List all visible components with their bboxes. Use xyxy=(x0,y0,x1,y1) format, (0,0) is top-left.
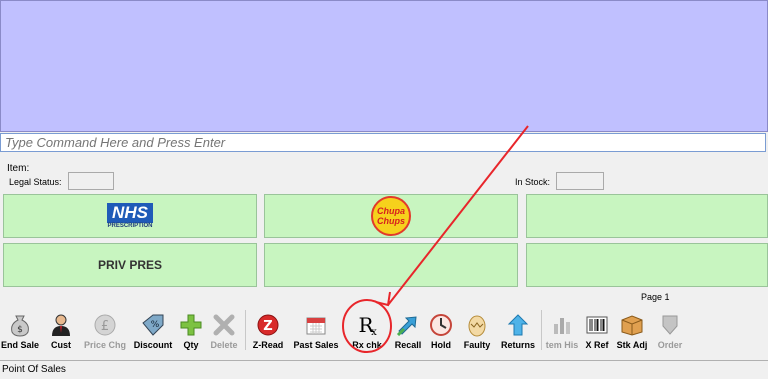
rx-chk-label: Rx chk xyxy=(352,340,382,350)
clock-icon xyxy=(428,312,454,338)
recall-arrows-icon xyxy=(395,312,421,338)
order-icon xyxy=(657,312,683,338)
svg-text:x: x xyxy=(371,327,377,338)
recall-label: Recall xyxy=(394,340,422,350)
order-button[interactable]: Order xyxy=(653,304,687,350)
discount-button[interactable]: % Discount xyxy=(132,304,174,350)
z-read-button[interactable]: Z Z-Read xyxy=(249,304,287,350)
price-chg-label: Price Chg xyxy=(83,340,126,350)
item-label: Item: xyxy=(7,163,30,174)
stk-adj-button[interactable]: Stk Adj xyxy=(613,304,651,350)
end-sale-label: End Sale xyxy=(0,340,39,350)
recall-button[interactable]: Recall xyxy=(392,304,424,350)
discount-tag-icon: % xyxy=(140,312,166,338)
x-ref-label: X Ref xyxy=(585,340,609,350)
toolbar-separator xyxy=(245,310,246,350)
past-sales-button[interactable]: Past Sales xyxy=(290,304,342,350)
end-sale-button[interactable]: $ End Sale xyxy=(0,304,40,350)
faulty-label: Faulty xyxy=(463,340,491,350)
item-his-label: tem His xyxy=(545,340,579,350)
rx-chk-button[interactable]: Rx Rx chk xyxy=(346,304,388,350)
customer-icon xyxy=(48,312,74,338)
cust-label: Cust xyxy=(51,340,71,350)
returns-label: Returns xyxy=(500,340,535,350)
chupa-logo-text-top: Chupa xyxy=(377,206,405,216)
cust-button[interactable]: Cust xyxy=(44,304,78,350)
delete-button[interactable]: Delete xyxy=(206,304,242,350)
page-indicator: Page 1 xyxy=(641,292,670,302)
chupa-chups-logo: Chupa Chups xyxy=(371,196,411,236)
price-chg-button[interactable]: £ Price Chg xyxy=(82,304,128,350)
discount-label: Discount xyxy=(133,340,173,350)
chupa-chups-tile[interactable]: Chupa Chups xyxy=(264,194,518,238)
svg-text:£: £ xyxy=(101,319,109,334)
qty-label: Qty xyxy=(183,340,199,350)
svg-text:$: $ xyxy=(17,325,23,335)
toolbar: $ End Sale Cust £ Price Chg % Discount Q… xyxy=(0,304,768,354)
order-label: Order xyxy=(657,340,683,350)
nhs-logo: NHS PRESCRIPTION xyxy=(107,203,153,229)
nhs-logo-text: NHS xyxy=(107,203,153,223)
legal-status-field xyxy=(68,172,114,190)
svg-text:Z: Z xyxy=(263,319,272,334)
legal-status-label: Legal Status: xyxy=(9,177,62,187)
empty-tile-3[interactable] xyxy=(526,243,768,287)
sale-display-panel xyxy=(0,0,768,132)
rx-icon: Rx xyxy=(354,312,380,338)
box-icon xyxy=(619,312,645,338)
qty-button[interactable]: Qty xyxy=(178,304,204,350)
calendar-icon xyxy=(303,312,329,338)
faulty-button[interactable]: Faulty xyxy=(460,304,494,350)
delete-x-icon xyxy=(211,312,237,338)
status-text: Point Of Sales xyxy=(2,364,66,375)
up-arrow-icon xyxy=(505,312,531,338)
nhs-logo-subtext: PRESCRIPTION xyxy=(107,223,153,229)
z-read-label: Z-Read xyxy=(252,340,284,350)
in-stock-field xyxy=(556,172,604,190)
pound-coin-icon: £ xyxy=(92,312,118,338)
barcode-icon xyxy=(584,312,610,338)
toolbar-separator xyxy=(541,310,542,350)
plus-icon xyxy=(178,312,204,338)
status-bar: Point Of Sales xyxy=(0,360,768,379)
item-his-button[interactable]: tem His xyxy=(543,304,581,350)
empty-tile-2[interactable] xyxy=(264,243,518,287)
priv-pres-tile[interactable]: PRIV PRES xyxy=(3,243,257,287)
stk-adj-label: Stk Adj xyxy=(616,340,648,350)
command-input[interactable] xyxy=(0,133,766,152)
hold-button[interactable]: Hold xyxy=(426,304,456,350)
priv-pres-label: PRIV PRES xyxy=(97,258,163,272)
cracked-egg-icon xyxy=(464,312,490,338)
svg-text:%: % xyxy=(151,320,160,330)
in-stock-label: In Stock: xyxy=(515,177,551,187)
z-read-icon: Z xyxy=(255,312,281,338)
bar-chart-icon xyxy=(549,312,575,338)
empty-tile-1[interactable] xyxy=(526,194,768,238)
money-bag-icon: $ xyxy=(7,312,33,338)
nhs-prescription-tile[interactable]: NHS PRESCRIPTION xyxy=(3,194,257,238)
hold-label: Hold xyxy=(431,340,451,350)
delete-label: Delete xyxy=(210,340,238,350)
past-sales-label: Past Sales xyxy=(293,340,339,350)
chupa-logo-text-bottom: Chups xyxy=(377,216,405,226)
returns-button[interactable]: Returns xyxy=(497,304,539,350)
x-ref-button[interactable]: X Ref xyxy=(583,304,611,350)
